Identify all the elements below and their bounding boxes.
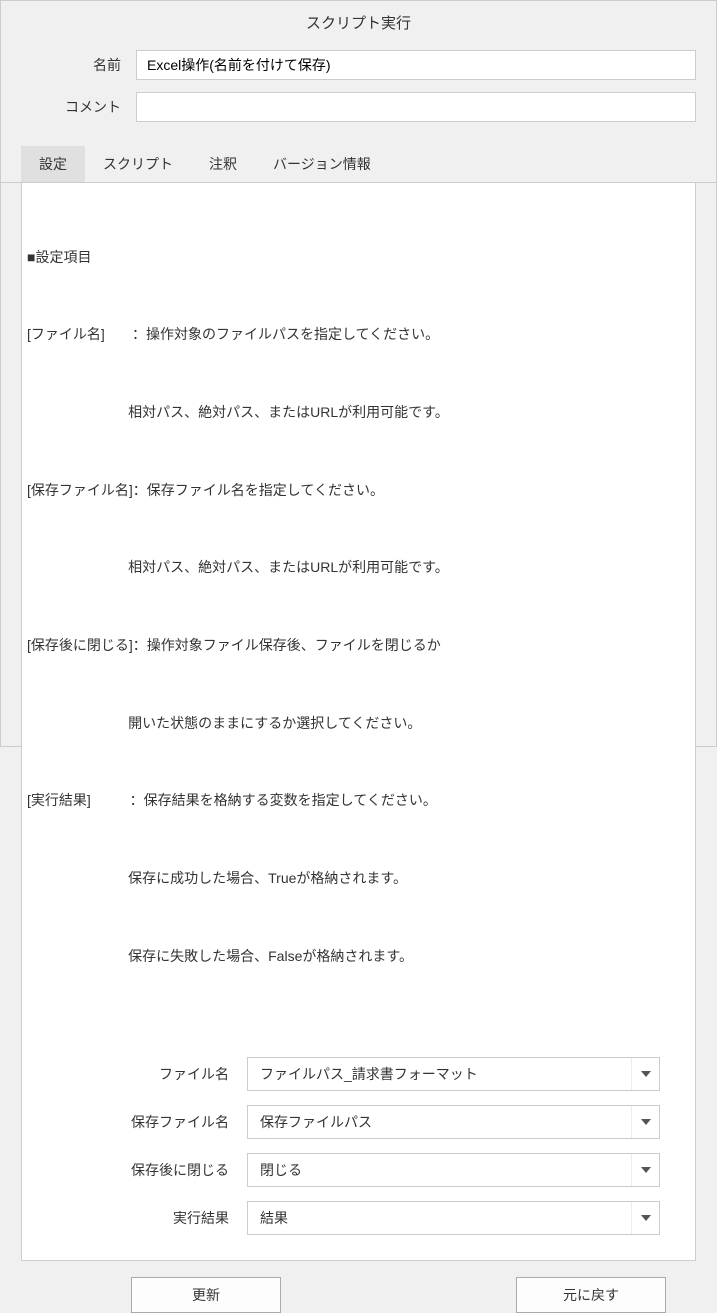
dropdown-arrow-icon [631,1106,659,1138]
param-closeaftersave-select[interactable]: 閉じる [247,1153,660,1187]
name-label: 名前 [21,55,136,75]
param-savefilename-label: 保存ファイル名 [47,1112,247,1132]
comment-input[interactable] [136,92,696,122]
settings-desc-line: 開いた状態のままにするか選択してください。 [27,711,690,737]
settings-desc-header: ■設定項目 [27,245,690,271]
dropdown-arrow-icon [631,1202,659,1234]
comment-label: コメント [21,97,136,117]
tab-version[interactable]: バージョン情報 [255,146,389,182]
update-button[interactable]: 更新 [131,1277,281,1313]
param-closeaftersave-value: 閉じる [248,1160,631,1180]
param-filename-value: ファイルパス_請求書フォーマット [248,1064,631,1084]
param-result-label: 実行結果 [47,1208,247,1228]
name-input[interactable] [136,50,696,80]
param-result-value: 結果 [248,1208,631,1228]
param-closeaftersave-label: 保存後に閉じる [47,1160,247,1180]
param-filename-label: ファイル名 [47,1064,247,1084]
tab-settings[interactable]: 設定 [21,146,85,182]
settings-desc-line: [ファイル名] ：操作対象のファイルパスを指定してください。 [27,322,690,348]
param-result-select[interactable]: 結果 [247,1201,660,1235]
param-savefilename-select[interactable]: 保存ファイルパス [247,1105,660,1139]
settings-desc-line: 保存に失敗した場合、Falseが格納されます。 [27,944,690,970]
settings-desc-line: 相対パス、絶対パス、またはURLが利用可能です。 [27,400,690,426]
settings-desc-line: [保存ファイル名]：保存ファイル名を指定してください。 [27,478,690,504]
revert-button[interactable]: 元に戻す [516,1277,666,1313]
dropdown-arrow-icon [631,1154,659,1186]
dialog-title: スクリプト実行 [1,1,716,44]
param-filename-select[interactable]: ファイルパス_請求書フォーマット [247,1057,660,1091]
settings-description: ■設定項目 [ファイル名] ：操作対象のファイルパスを指定してください。 相対パ… [27,193,690,1022]
settings-desc-line: [保存後に閉じる]：操作対象ファイル保存後、ファイルを閉じるか [27,633,690,659]
dropdown-arrow-icon [631,1058,659,1090]
settings-desc-line: 相対パス、絶対パス、またはURLが利用可能です。 [27,555,690,581]
tab-script[interactable]: スクリプト [85,146,191,182]
settings-desc-line: 保存に成功した場合、Trueが格納されます。 [27,866,690,892]
tab-bar: 設定 スクリプト 注釈 バージョン情報 [1,146,716,183]
param-savefilename-value: 保存ファイルパス [248,1112,631,1132]
tab-annotation[interactable]: 注釈 [191,146,255,182]
settings-desc-line: [実行結果] ：保存結果を格納する変数を指定してください。 [27,788,690,814]
settings-panel: ■設定項目 [ファイル名] ：操作対象のファイルパスを指定してください。 相対パ… [21,183,696,1261]
